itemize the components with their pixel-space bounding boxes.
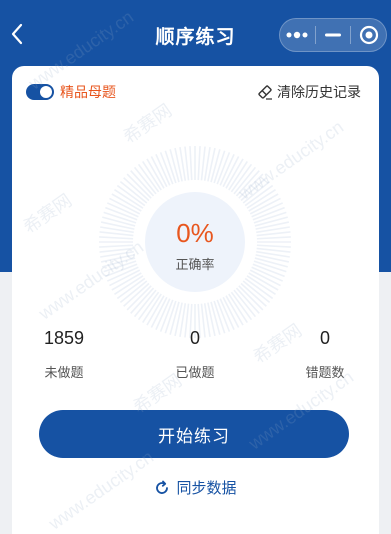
accuracy-ring-tick [99, 247, 134, 253]
stat-undone-value: 1859 [43, 328, 85, 348]
premium-toggle[interactable] [26, 84, 54, 100]
accuracy-value: 0% [176, 218, 214, 248]
clear-history-label: 清除历史记录 [277, 85, 361, 101]
accuracy-ring-tick [256, 236, 291, 240]
stat-wrong-label: 错题数 [305, 366, 345, 381]
accuracy-ring-tick [184, 146, 190, 181]
stat-done-label: 已做题 [175, 366, 215, 381]
sync-data-label: 同步数据 [176, 479, 237, 497]
more-button[interactable] [280, 19, 315, 51]
eraser-icon [258, 85, 272, 100]
clear-history-button[interactable]: 清除历史记录 [257, 82, 361, 102]
stat-undone-label: 未做题 [44, 366, 84, 381]
close-button[interactable] [351, 19, 386, 51]
accuracy-ring-tick [228, 293, 248, 323]
stat-undone: 1859 未做题 [14, 328, 114, 381]
stats-row: 1859 未做题 0 已做题 0 错题数 [12, 328, 379, 388]
stat-wrong-value: 0 [319, 328, 330, 348]
accuracy-ring-tick [99, 244, 134, 248]
stat-done-value: 0 [189, 328, 200, 348]
accuracy-ring-tick [246, 189, 276, 209]
accuracy-ring: 0% 正确率 [95, 142, 295, 342]
mini-program-capsule [279, 18, 387, 52]
accuracy-ring-tick [99, 236, 134, 240]
sync-data-button[interactable]: 同步数据 [12, 477, 379, 498]
accuracy-ring-tick [197, 146, 201, 181]
accuracy-ring-tick [114, 189, 144, 209]
refresh-icon [156, 480, 169, 494]
premium-toggle-label: 精品母题 [60, 85, 116, 101]
accuracy-ring-tick [256, 244, 291, 248]
accuracy-ring-tick [256, 231, 291, 237]
accuracy-center: 0% 正确率 [145, 192, 245, 292]
toggle-knob [40, 86, 52, 98]
target-circle-icon [359, 25, 378, 45]
start-practice-button[interactable]: 开始练习 [39, 410, 349, 458]
accuracy-label: 正确率 [175, 258, 215, 273]
accuracy-ring-tick [114, 275, 144, 295]
accuracy-ring-tick [200, 146, 206, 181]
stat-done: 0 已做题 [145, 328, 245, 381]
premium-toggle-row[interactable]: 精品母题 [26, 82, 116, 102]
accuracy-ring-tick [142, 293, 162, 323]
accuracy-ring-tick [142, 161, 162, 191]
accuracy-ring-tick [189, 146, 193, 181]
accuracy-ring-tick [99, 231, 134, 237]
more-dots-icon [286, 31, 308, 39]
minimize-icon [325, 33, 341, 37]
practice-card: 精品母题 清除历史记录 0% 正确率 1859 未做题 0 已做题 0 错题数 … [12, 66, 379, 534]
minimize-button[interactable] [316, 19, 351, 51]
accuracy-ring-tick [228, 161, 248, 191]
navbar: 顺序练习 [0, 0, 391, 66]
accuracy-ring-tick [256, 247, 291, 253]
stat-wrong[interactable]: 0 错题数 [275, 328, 375, 381]
accuracy-ring-tick [246, 275, 276, 295]
